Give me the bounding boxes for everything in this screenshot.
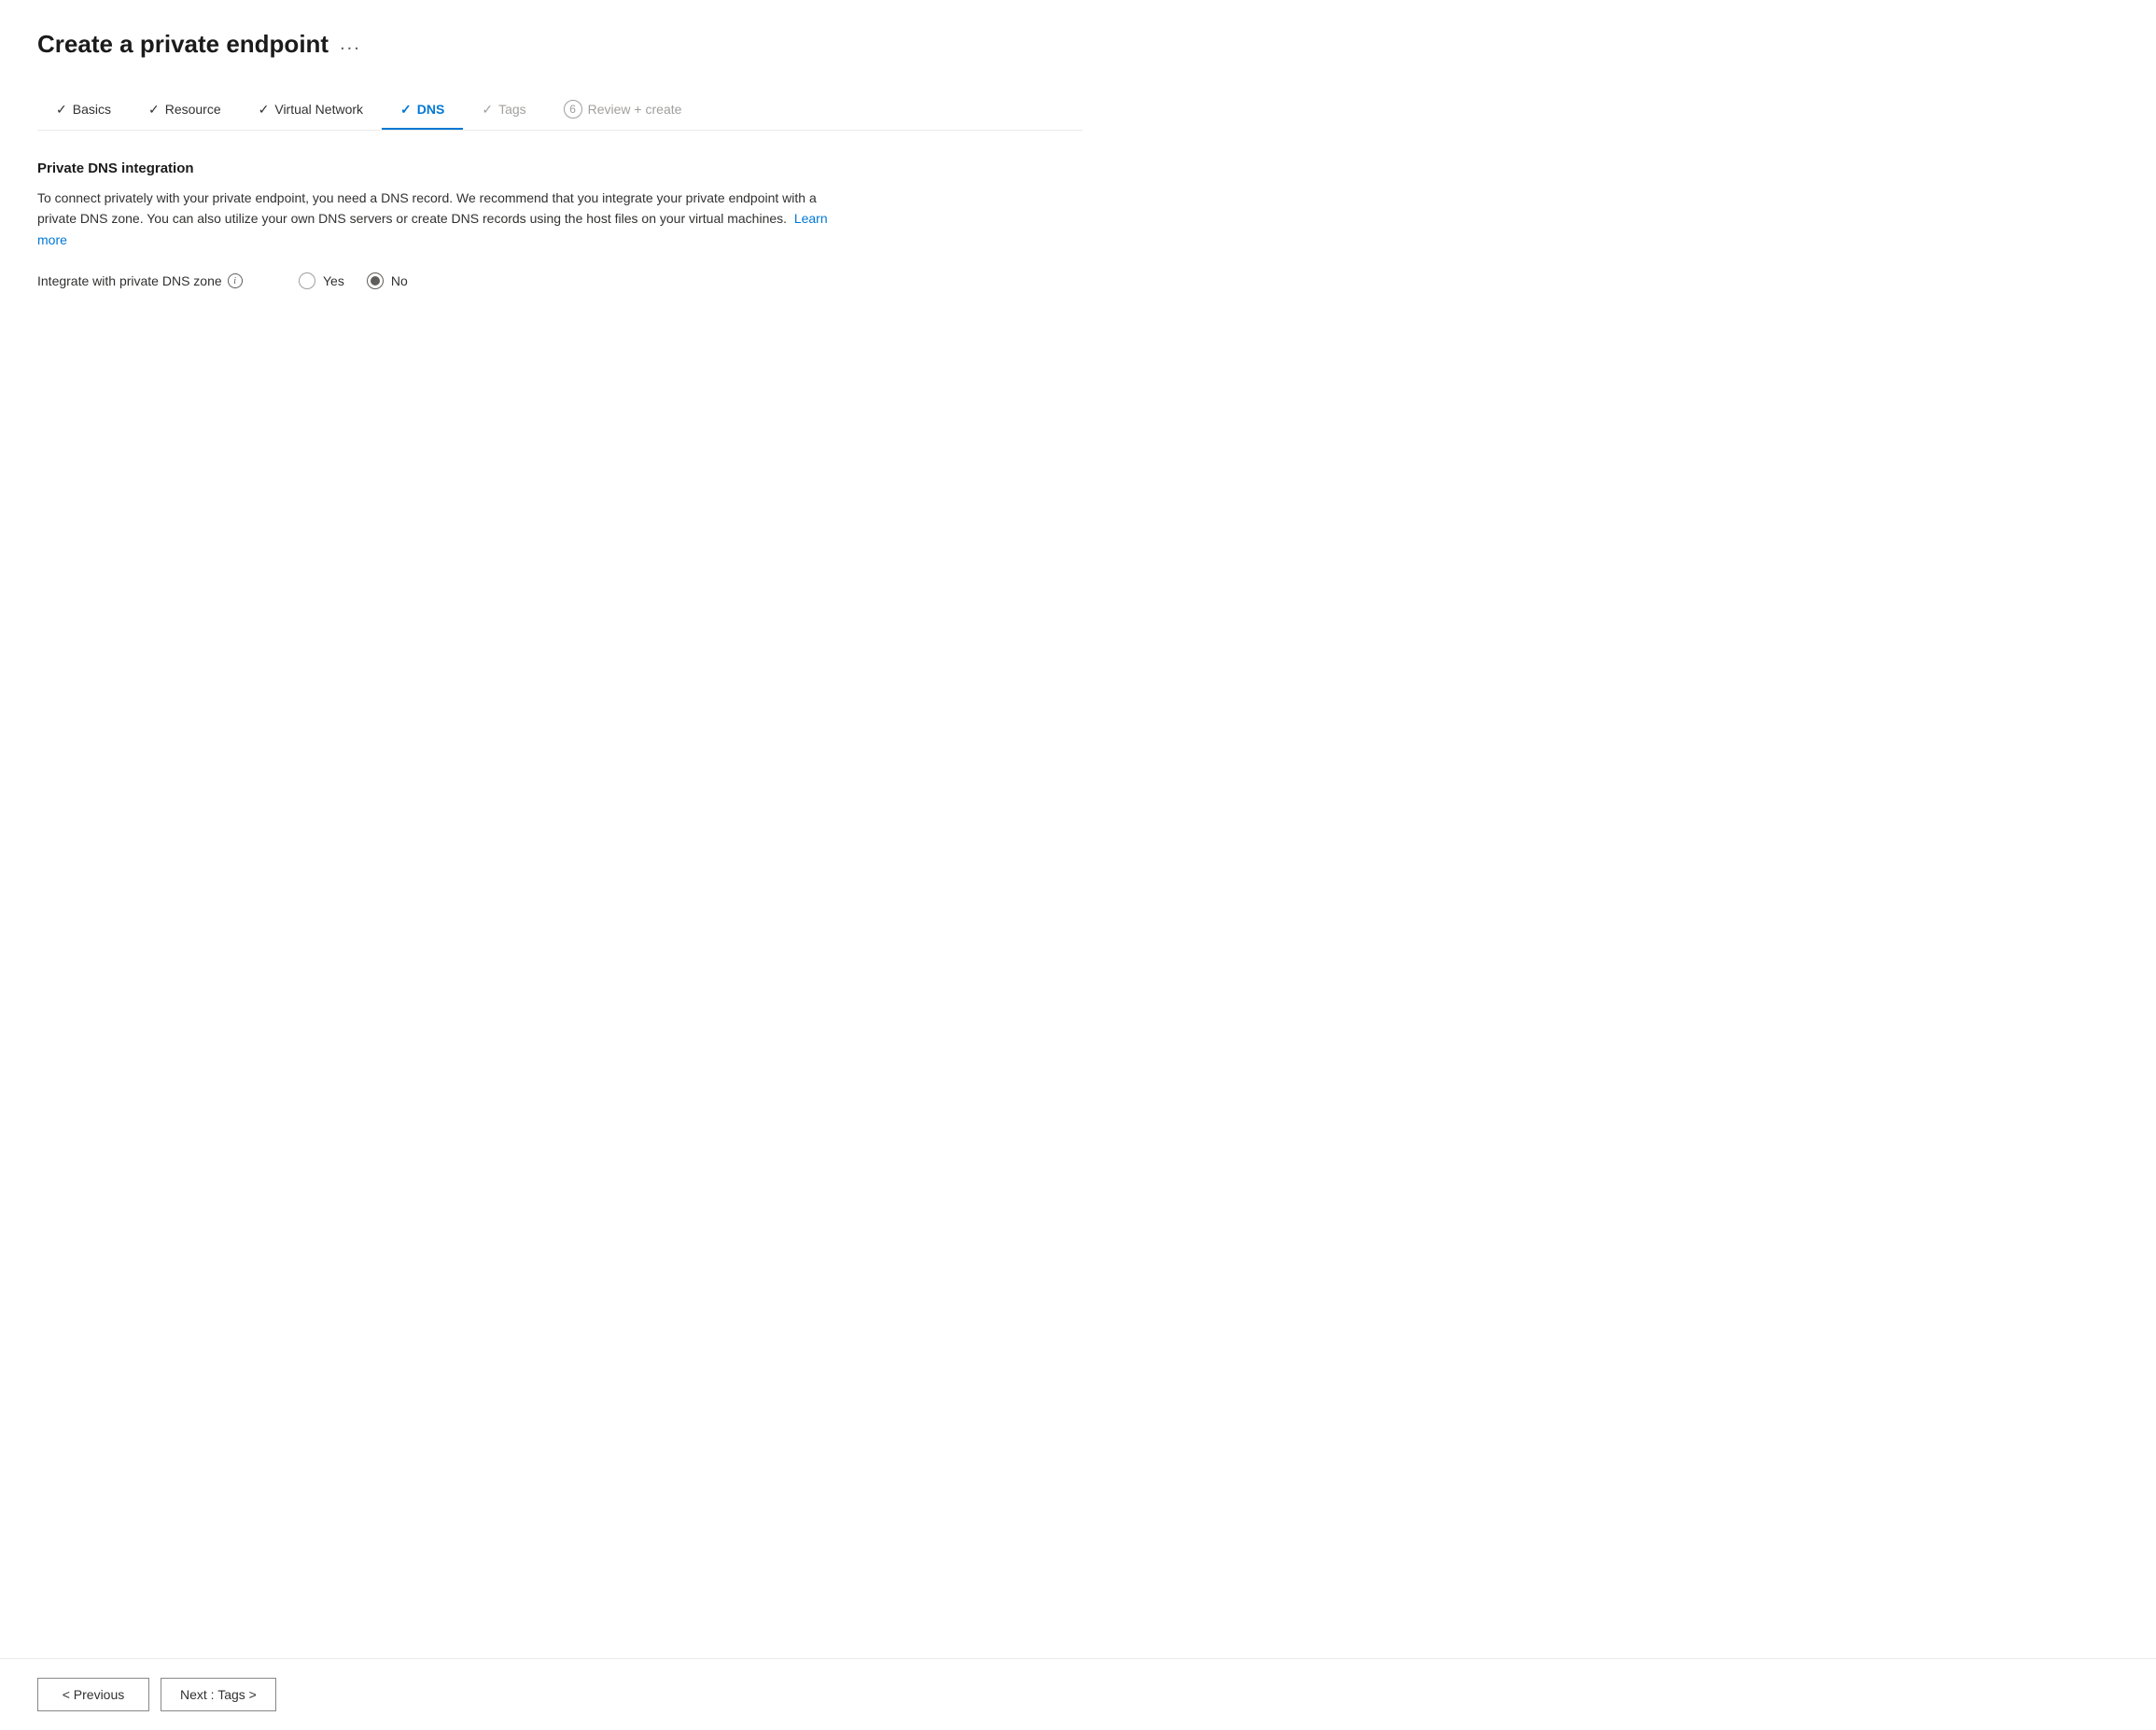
info-icon[interactable]: i <box>228 273 243 288</box>
radio-option-yes[interactable]: Yes <box>299 272 344 289</box>
check-icon-resource: ✓ <box>148 102 160 118</box>
step-number-review: 6 <box>564 100 582 119</box>
tab-virtual-network-label: Virtual Network <box>274 102 363 117</box>
page-options-ellipsis[interactable]: ... <box>340 34 361 55</box>
check-icon-dns: ✓ <box>400 102 412 118</box>
radio-yes-input[interactable] <box>299 272 315 289</box>
tab-dns[interactable]: ✓ DNS <box>382 91 463 129</box>
page-title-row: Create a private endpoint ... <box>37 30 1083 59</box>
page-title: Create a private endpoint <box>37 30 329 59</box>
description-text: To connect privately with your private e… <box>37 190 817 226</box>
check-icon-tags: ✓ <box>482 102 493 118</box>
radio-no-input[interactable] <box>367 272 384 289</box>
footer: < Previous Next : Tags > <box>0 1658 2156 1730</box>
check-icon-virtual-network: ✓ <box>259 102 270 118</box>
tab-dns-label: DNS <box>417 102 445 117</box>
section-title: Private DNS integration <box>37 160 1083 176</box>
next-button[interactable]: Next : Tags > <box>161 1678 276 1711</box>
check-icon-basics: ✓ <box>56 102 67 118</box>
field-label-text: Integrate with private DNS zone <box>37 273 222 288</box>
radio-group: Yes No <box>299 272 408 289</box>
dns-integration-field: Integrate with private DNS zone i Yes No <box>37 272 1083 289</box>
tab-tags-label: Tags <box>498 102 526 117</box>
tab-tags[interactable]: ✓ Tags <box>463 91 544 129</box>
tab-navigation: ✓ Basics ✓ Resource ✓ Virtual Network ✓ … <box>37 89 1083 131</box>
radio-yes-label: Yes <box>323 273 344 288</box>
tab-basics[interactable]: ✓ Basics <box>37 91 130 129</box>
page-container: Create a private endpoint ... ✓ Basics ✓… <box>0 0 1120 1658</box>
radio-option-no[interactable]: No <box>367 272 408 289</box>
tab-resource-label: Resource <box>165 102 221 117</box>
previous-button[interactable]: < Previous <box>37 1678 149 1711</box>
field-label: Integrate with private DNS zone i <box>37 273 280 288</box>
tab-resource[interactable]: ✓ Resource <box>130 91 240 129</box>
section-description: To connect privately with your private e… <box>37 188 840 250</box>
tab-virtual-network[interactable]: ✓ Virtual Network <box>240 91 382 129</box>
tab-review-create-label: Review + create <box>588 102 682 117</box>
dns-section: Private DNS integration To connect priva… <box>37 160 1083 289</box>
tab-basics-label: Basics <box>73 102 111 117</box>
tab-review-create[interactable]: 6 Review + create <box>545 89 701 130</box>
radio-no-label: No <box>391 273 408 288</box>
